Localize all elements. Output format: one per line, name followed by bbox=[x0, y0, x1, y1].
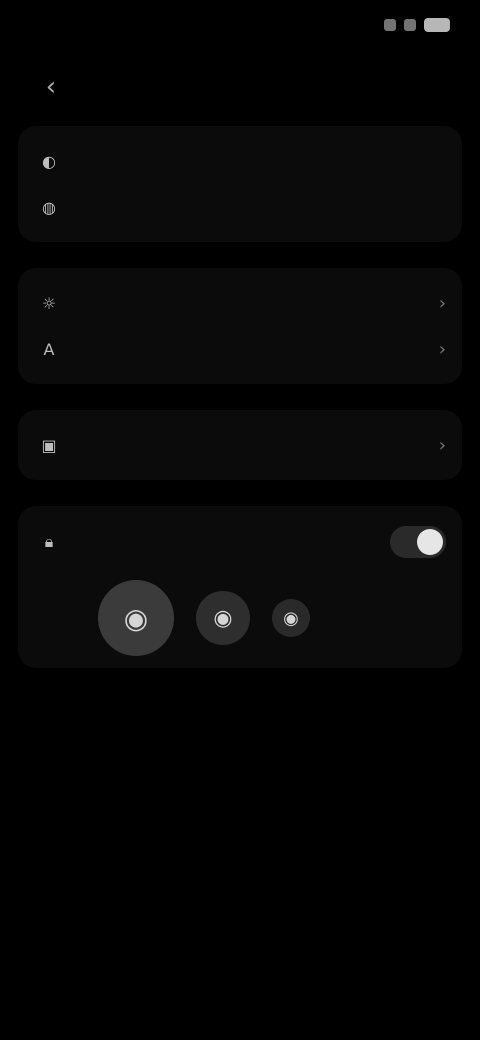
sun-icon: ☼ bbox=[41, 293, 57, 313]
lock-icon: 🔒︎ bbox=[44, 532, 54, 551]
settings-content: ◐ ◍ ☼ › A › ▣ › 🔒︎ ◉ ◉ ◉ bbox=[0, 126, 480, 684]
settings-row-1[interactable]: ◐ bbox=[34, 138, 446, 184]
chevron-right-icon: › bbox=[438, 338, 446, 360]
top-app-bar: ‹ bbox=[0, 56, 480, 116]
toggle-knob bbox=[417, 529, 443, 555]
display-card: ☼ › A › bbox=[18, 268, 462, 384]
app-icon-3[interactable]: ◉ bbox=[272, 599, 310, 637]
chevron-right-icon: › bbox=[438, 292, 446, 314]
status-bar bbox=[0, 0, 480, 56]
chevron-right-icon: › bbox=[438, 434, 446, 456]
app-icon-2[interactable]: ◉ bbox=[196, 591, 250, 645]
signal-icon bbox=[404, 19, 416, 31]
app-icon-1[interactable]: ◉ bbox=[98, 580, 174, 656]
contrast-icon: ◐ bbox=[42, 151, 56, 171]
palette-icon: ◍ bbox=[42, 197, 56, 217]
wallpaper-row[interactable]: ▣ › bbox=[34, 422, 446, 468]
back-icon[interactable]: ‹ bbox=[34, 70, 68, 104]
wallpaper-card: ▣ › bbox=[18, 410, 462, 480]
display-row-1[interactable]: ☼ › bbox=[34, 280, 446, 326]
settings-row-2[interactable]: ◍ bbox=[34, 184, 446, 230]
other-card: 🔒︎ ◉ ◉ ◉ bbox=[18, 506, 462, 668]
text-size-icon: A bbox=[43, 339, 55, 359]
status-icons bbox=[384, 18, 450, 32]
image-icon: ▣ bbox=[41, 435, 57, 455]
feature-toggle[interactable] bbox=[390, 526, 446, 558]
other-row[interactable]: 🔒︎ bbox=[34, 518, 446, 566]
battery-icon bbox=[424, 18, 450, 32]
top-card: ◐ ◍ bbox=[18, 126, 462, 242]
wifi-icon bbox=[384, 19, 396, 31]
display-row-2[interactable]: A › bbox=[34, 326, 446, 372]
app-icons-row: ◉ ◉ ◉ bbox=[98, 580, 446, 656]
